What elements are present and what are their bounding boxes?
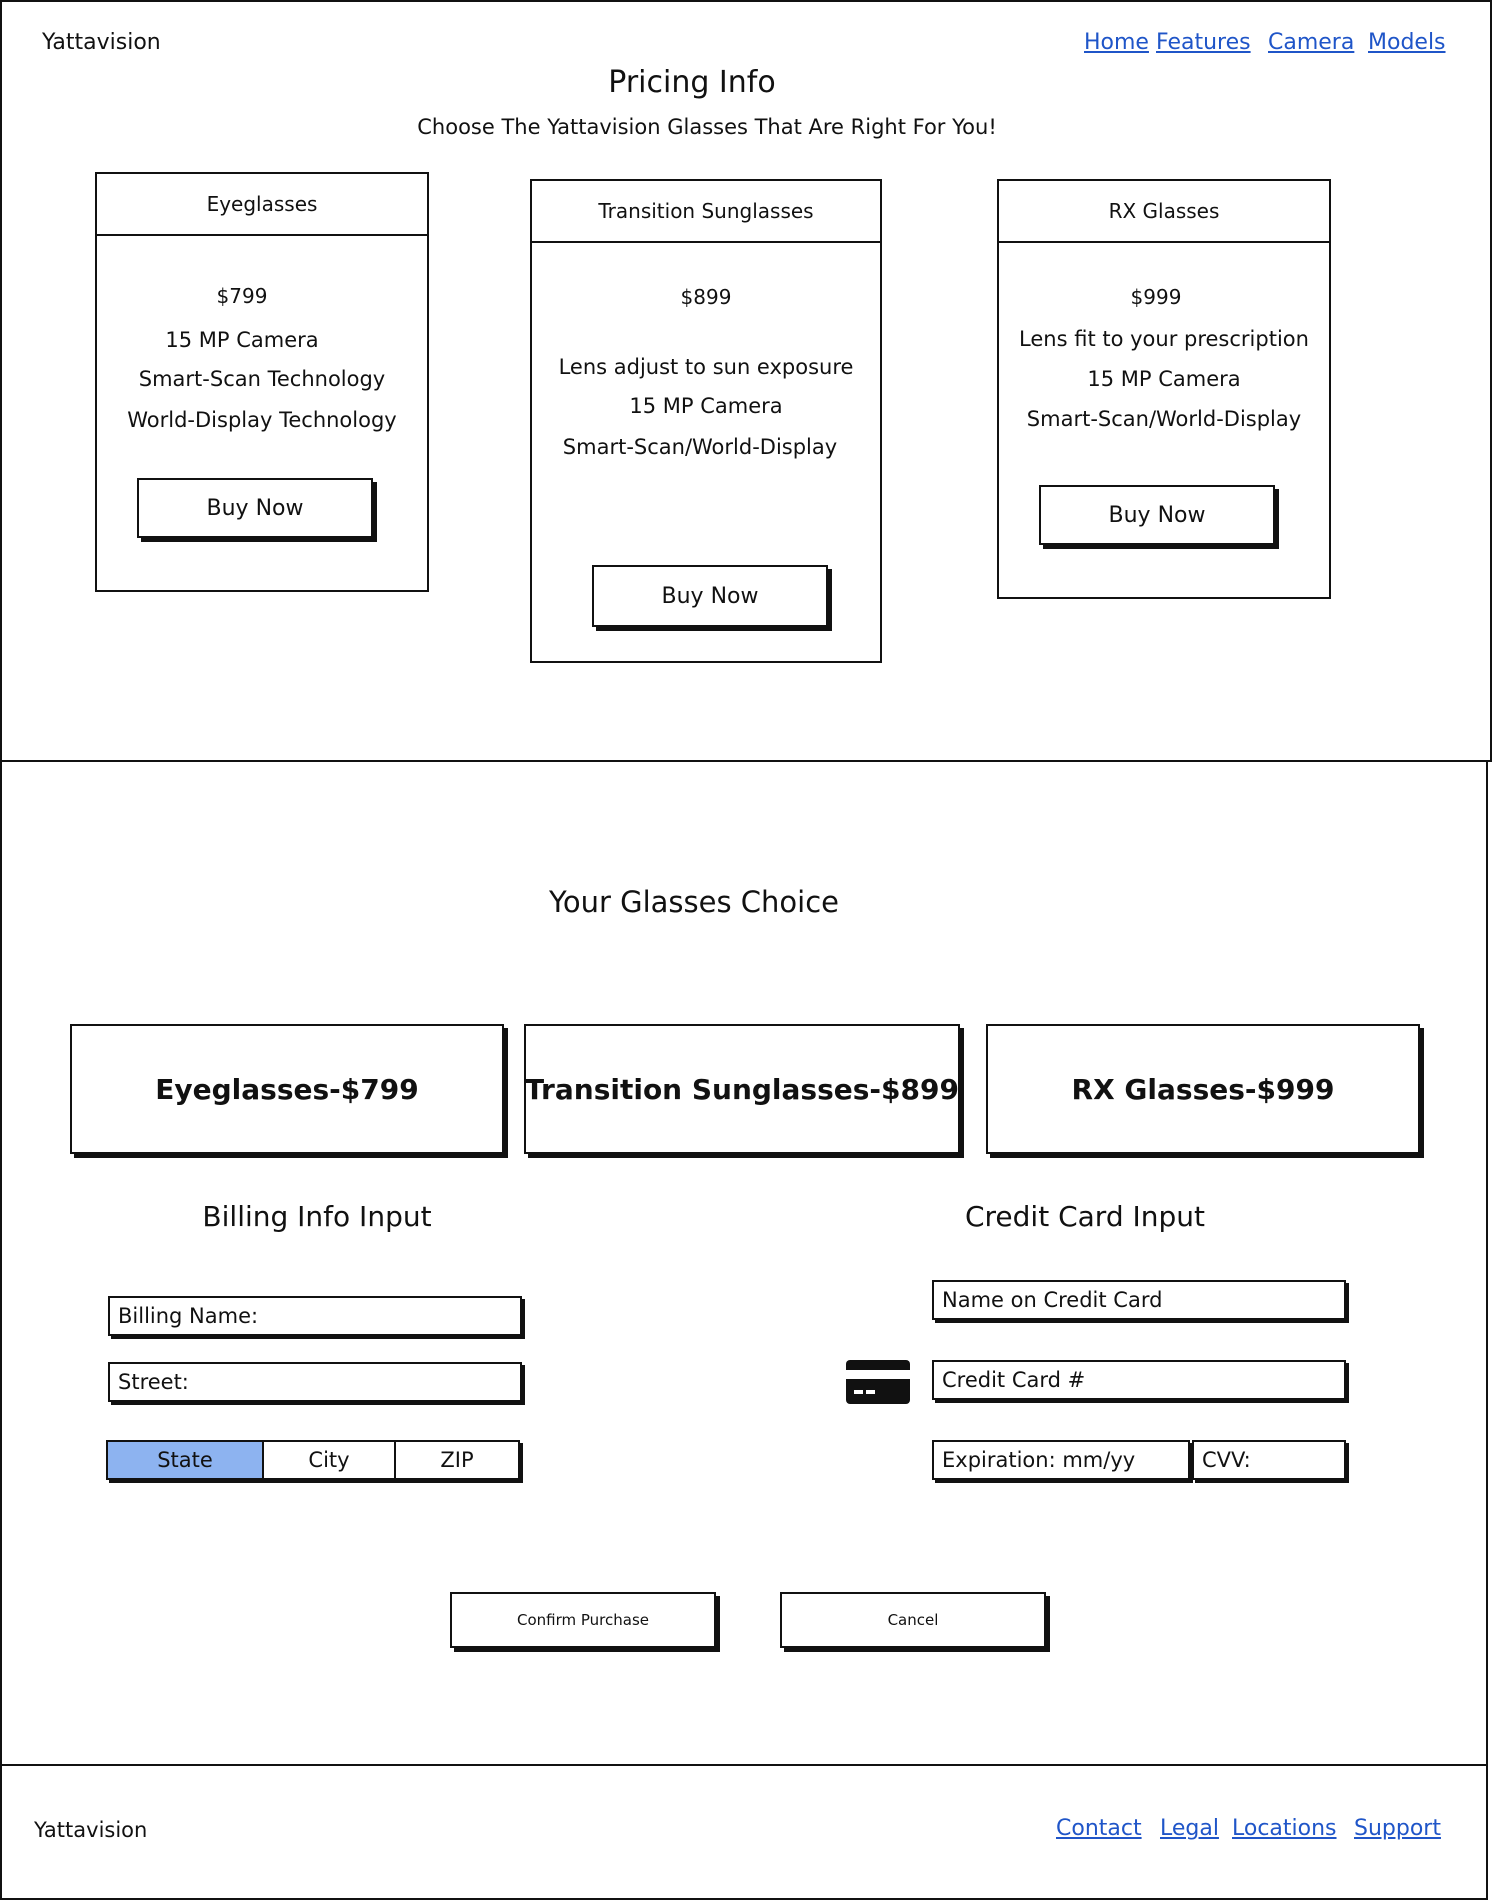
footer: Yattavision Contact Legal Locations Supp… <box>0 1764 1488 1900</box>
card-feature: Smart-Scan/World-Display <box>562 435 838 459</box>
pricing-title: Pricing Info <box>608 64 776 100</box>
choice-eyeglasses-button[interactable]: Eyeglasses-$799 <box>70 1024 504 1154</box>
card-price: $899 <box>680 285 732 309</box>
footer-locations-link[interactable]: Locations <box>1232 1816 1337 1841</box>
footer-links: Contact Legal Locations Support <box>1052 1816 1472 1848</box>
header-logo: Yattavision <box>42 30 161 55</box>
card-feature: Smart-Scan Technology <box>138 367 386 391</box>
card-title: RX Glasses <box>999 181 1329 243</box>
confirm-purchase-button[interactable]: Confirm Purchase <box>450 1592 716 1648</box>
card-feature: 15 MP Camera <box>165 328 319 352</box>
name-on-card-field[interactable]: Name on Credit Card <box>932 1280 1346 1320</box>
card-price: $999 <box>1130 285 1182 309</box>
credit-card-title: Credit Card Input <box>964 1199 1205 1233</box>
checkout-title: Your Glasses Choice <box>548 885 840 919</box>
cvv-field[interactable]: CVV: <box>1192 1440 1346 1480</box>
pricing-card-transition-sunglasses: Transition Sunglasses $899 Lens adjust t… <box>530 179 882 663</box>
footer-contact-link[interactable]: Contact <box>1056 1816 1142 1841</box>
card-feature: Smart-Scan/World-Display <box>1026 407 1302 431</box>
footer-support-link[interactable]: Support <box>1354 1816 1441 1841</box>
expiration-field[interactable]: Expiration: mm/yy <box>932 1440 1190 1480</box>
credit-card-icon <box>846 1360 910 1404</box>
nav-camera-link[interactable]: Camera <box>1268 30 1354 55</box>
nav-features-link[interactable]: Features <box>1156 30 1251 55</box>
pricing-subtitle: Choose The Yattavision Glasses That Are … <box>417 115 997 139</box>
buy-now-button[interactable]: Buy Now <box>592 565 828 627</box>
pricing-card-eyeglasses: Eyeglasses $799 15 MP Camera Smart-Scan … <box>95 172 429 592</box>
choice-transition-sunglasses-button[interactable]: Transition Sunglasses-$899 <box>524 1024 960 1154</box>
cancel-button[interactable]: Cancel <box>780 1592 1046 1648</box>
footer-legal-link[interactable]: Legal <box>1160 1816 1219 1841</box>
street-field[interactable]: Street: <box>108 1362 522 1402</box>
card-feature: 15 MP Camera <box>1087 367 1241 391</box>
buy-now-button[interactable]: Buy Now <box>1039 485 1275 545</box>
choice-rx-glasses-button[interactable]: RX Glasses-$999 <box>986 1024 1420 1154</box>
state-city-zip-segmented-control: State City ZIP <box>106 1440 520 1480</box>
zip-segment[interactable]: ZIP <box>396 1442 518 1478</box>
billing-name-field[interactable]: Billing Name: <box>108 1296 522 1336</box>
nav-models-link[interactable]: Models <box>1368 30 1446 55</box>
footer-logo: Yattavision <box>34 1818 148 1842</box>
city-segment[interactable]: City <box>264 1442 396 1478</box>
checkout-section: Your Glasses Choice Eyeglasses-$799 Tran… <box>0 760 1488 1766</box>
billing-title: Billing Info Input <box>202 1199 432 1233</box>
card-title: Transition Sunglasses <box>532 181 880 243</box>
nav-home-link[interactable]: Home <box>1084 30 1149 55</box>
card-price: $799 <box>216 284 268 308</box>
card-feature: Lens fit to your prescription <box>1019 327 1309 351</box>
pricing-section: Yattavision Home Features Camera Models … <box>0 0 1492 762</box>
card-feature: World-Display Technology <box>127 408 397 432</box>
card-feature: 15 MP Camera <box>629 394 783 418</box>
state-segment[interactable]: State <box>108 1442 264 1478</box>
credit-card-number-field[interactable]: Credit Card # <box>932 1360 1346 1400</box>
buy-now-button[interactable]: Buy Now <box>137 478 373 538</box>
pricing-card-rx-glasses: RX Glasses $999 Lens fit to your prescri… <box>997 179 1331 599</box>
card-title: Eyeglasses <box>97 174 427 236</box>
card-feature: Lens adjust to sun exposure <box>558 355 854 379</box>
header-nav: Home Features Camera Models <box>1002 30 1462 62</box>
